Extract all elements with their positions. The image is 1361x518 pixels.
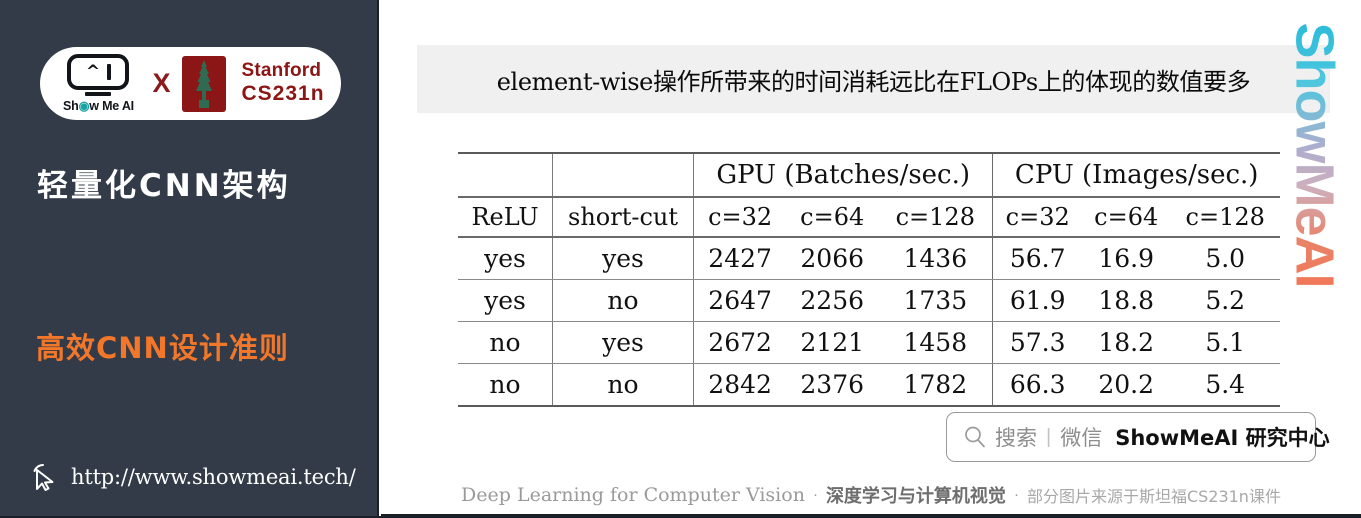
cell-cpu-c64: 18.8 [1082,279,1171,322]
table-row: no yes 2672 2121 1458 57.3 18.2 5.1 [458,321,1280,364]
table-row: yes no 2647 2256 1735 61.9 18.8 5.2 [458,279,1280,322]
cell-cpu-c64: 18.2 [1082,321,1171,364]
cell-cpu-c32: 57.3 [992,321,1082,364]
footer-course-cn: 深度学习与计算机视觉 [825,485,1006,507]
pill-divider: | [1046,425,1052,448]
wechat-search-pill[interactable]: 搜索 | 微信 ShowMeAI 研究中心 [946,412,1330,462]
col-header-cpu-c128: c=128 [1170,196,1280,238]
col-header-relu: ReLU [458,196,553,238]
sidebar-title: 轻量化CNN架构 [37,168,291,204]
cell-gpu-c64: 2066 [786,237,879,280]
channel-label: 微信 [1060,426,1103,450]
col-header-gpu-c32: c=32 [693,196,787,238]
cell-cpu-c32: 56.7 [992,237,1082,280]
showmeai-logo: ^ Sh◉w Me AI [56,54,140,113]
sidebar-subtitle: 高效CNN设计准则 [36,331,289,365]
headline-banner: element-wise操作所带来的时间消耗远比在FLOPs上的体现的数值要多 [417,45,1330,113]
cell-gpu-c128: 1782 [878,363,993,407]
cell-cpu-c64: 16.9 [1082,237,1171,280]
cross-label: X [152,68,171,98]
cell-cpu-c128: 5.4 [1170,363,1280,407]
cell-cpu-c32: 66.3 [992,363,1082,407]
group-header-blank1 [458,152,553,197]
cell-gpu-c64: 2256 [786,279,879,322]
showmeai-face-icon: ^ [67,54,130,90]
headline-text: element-wise操作所带来的时间消耗远比在FLOPs上的体现的数值要多 [496,67,1251,96]
search-label: 搜索 [995,426,1037,450]
table-row: yes yes 2427 2066 1436 56.7 16.9 5.0 [458,237,1280,280]
cell-cpu-c128: 5.1 [1170,321,1280,364]
cell-gpu-c32: 2647 [693,279,787,322]
cell-shortcut: yes [552,237,694,280]
cell-relu: yes [458,237,553,280]
footer-course-en: Deep Learning for Computer Vision [461,483,805,506]
cell-cpu-c128: 5.2 [1170,279,1280,322]
stanford-tree-svg [196,59,213,108]
cell-gpu-c64: 2121 [786,321,879,364]
sidebar-url-label: http://www.showmeai.tech/ [71,465,356,489]
cell-shortcut: no [552,279,694,322]
footer: Deep Learning for Computer Vision · 深度学习… [381,475,1361,516]
group-header-blank2 [552,152,694,197]
table-group-header-row: GPU (Batches/sec.) CPU (Images/sec.) [458,152,1280,197]
cell-cpu-c128: 5.0 [1170,237,1280,280]
cell-gpu-c128: 1458 [878,321,993,364]
col-header-gpu-c64: c=64 [786,196,879,238]
logo-badge: ^ Sh◉w Me AI X Stanford CS231n [40,47,341,120]
col-header-cpu-c32: c=32 [992,196,1082,238]
main-content: element-wise操作所带来的时间消耗远比在FLOPs上的体现的数值要多 … [381,0,1361,518]
group-header-gpu: GPU (Batches/sec.) [692,152,993,197]
footer-dot-1: · [812,486,818,503]
cell-gpu-c32: 2427 [693,237,787,280]
stanford-line2: CS231n [241,82,325,106]
sidebar-url-row[interactable]: http://www.showmeai.tech/ [30,462,356,492]
cell-shortcut: yes [552,321,694,364]
cell-relu: no [458,321,553,364]
cell-gpu-c128: 1436 [878,237,993,280]
col-header-gpu-c128: c=128 [878,196,993,238]
stanford-line1: Stanford [241,59,322,81]
cell-relu: yes [458,279,553,322]
table-column-header-row: ReLU short-cut c=32 c=64 c=128 c=32 c=64… [458,196,1280,238]
stanford-tree-icon [182,55,227,112]
col-header-shortcut: short-cut [552,196,694,238]
pointer-cursor-icon [33,463,54,491]
footer-dot-2: · [1013,486,1019,503]
footer-credit: 部分图片来源于斯坦福CS231n课件 [1026,486,1281,506]
magnifier-icon [965,426,985,448]
cell-cpu-c32: 61.9 [992,279,1082,322]
account-name-label: ShowMeAI 研究中心 [1115,426,1330,450]
cell-gpu-c64: 2376 [786,363,879,407]
group-header-cpu: CPU (Images/sec.) [992,152,1280,197]
showmeai-wordmark: Sh◉w Me AI [62,99,134,113]
col-header-cpu-c64: c=64 [1082,196,1171,238]
cell-relu: no [458,363,553,407]
cell-gpu-c32: 2842 [693,363,787,407]
stanford-course-label: Stanford CS231n [241,60,324,107]
performance-table: GPU (Batches/sec.) CPU (Images/sec.) ReL… [458,152,1280,407]
sidebar: ^ Sh◉w Me AI X Stanford CS231n 轻量化CNN架构 … [0,0,379,518]
cell-shortcut: no [552,363,694,407]
slide-canvas: ^ Sh◉w Me AI X Stanford CS231n 轻量化CNN架构 … [0,0,1361,518]
table-row: no no 2842 2376 1782 66.3 20.2 5.4 [458,363,1280,407]
cell-gpu-c128: 1735 [878,279,993,322]
showmeai-chin-icon [85,92,112,96]
cell-gpu-c32: 2672 [693,321,787,364]
cell-cpu-c64: 20.2 [1082,363,1171,407]
